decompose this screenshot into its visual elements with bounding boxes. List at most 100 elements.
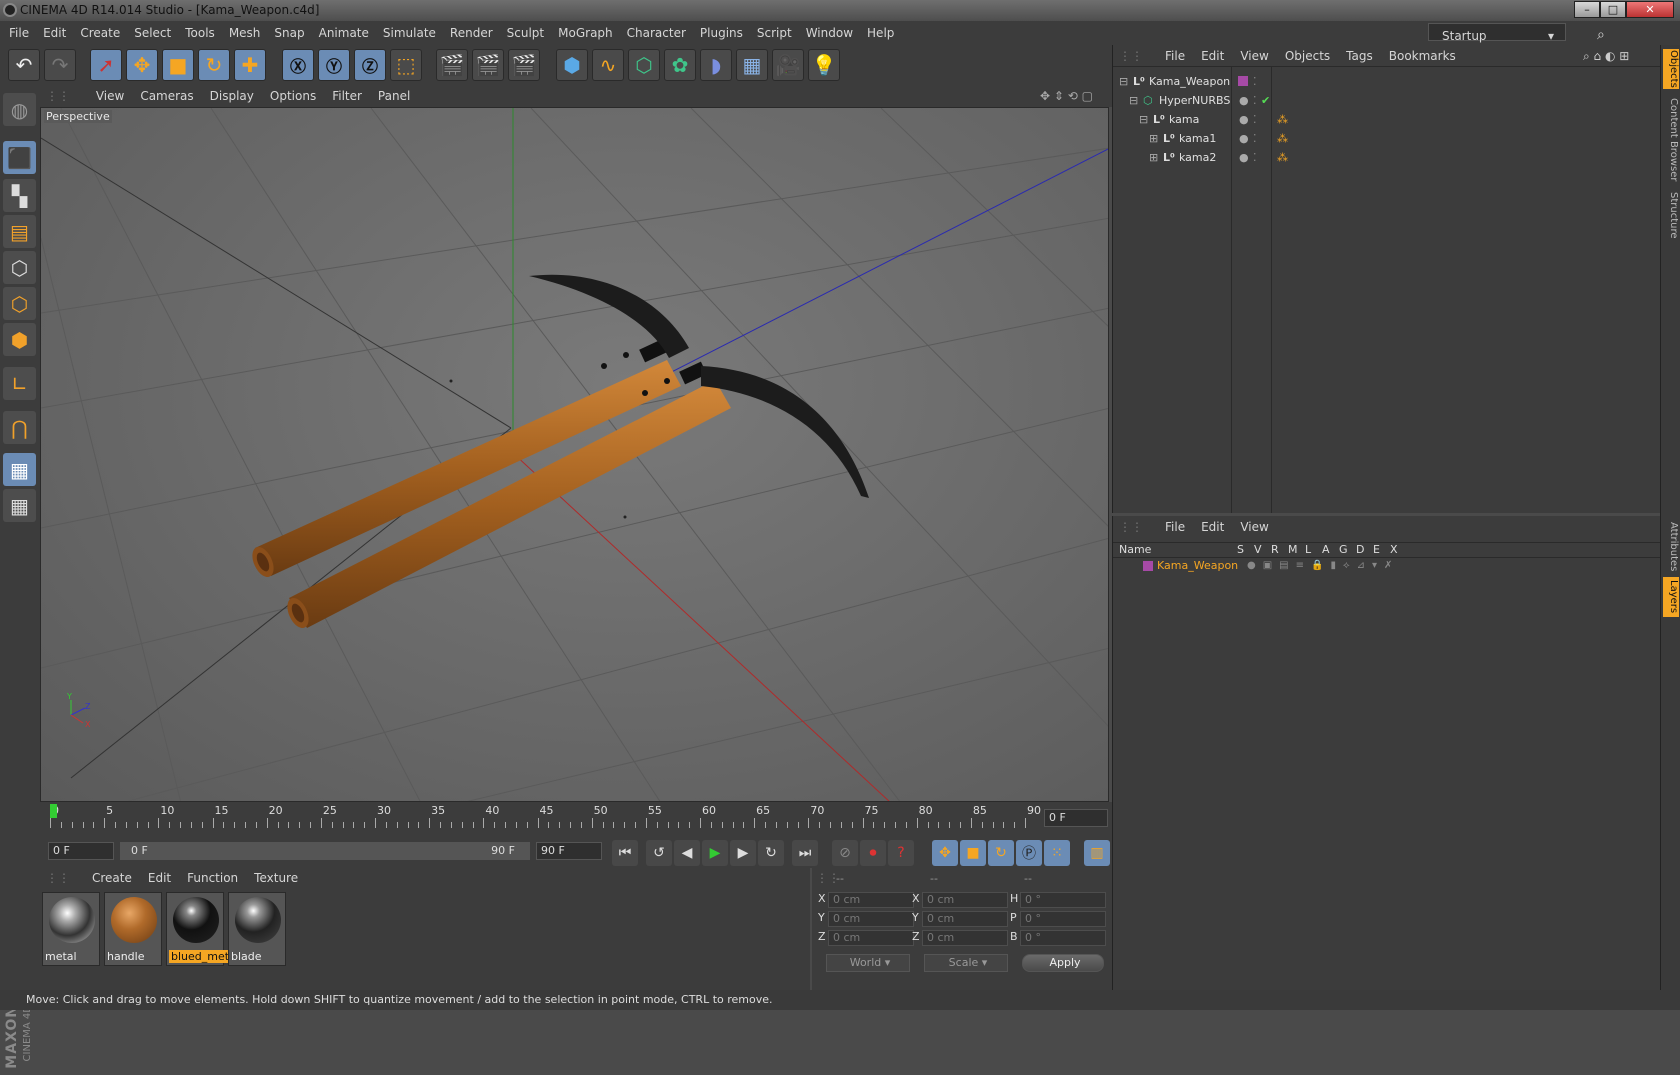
- object-row-hypernurbs[interactable]: ⊟ ⬡ HyperNURBS ● ⁚ ✔: [1113, 91, 1661, 110]
- menu-item-help[interactable]: Help: [860, 21, 901, 45]
- expand-icon[interactable]: ⊟: [1119, 72, 1128, 91]
- z-axis-lock-button[interactable]: Ⓩ: [354, 49, 386, 81]
- render-view-button[interactable]: 🎬: [436, 49, 468, 81]
- apply-button[interactable]: Apply: [1022, 954, 1104, 972]
- timeline-ruler[interactable]: 051015202530354045505560657075808590 0 F: [40, 802, 1112, 834]
- autokeying-button[interactable]: ⏺: [860, 840, 886, 866]
- material-menu-function[interactable]: Function: [179, 868, 246, 888]
- layer-color-swatch[interactable]: [1143, 561, 1153, 571]
- material-swatch-blade[interactable]: blade: [228, 892, 286, 966]
- menu-item-select[interactable]: Select: [127, 21, 178, 45]
- layer-column-r[interactable]: R: [1271, 543, 1279, 556]
- expand-icon[interactable]: ⊟: [1129, 91, 1138, 110]
- object-menu-file[interactable]: File: [1157, 45, 1193, 67]
- viewport-menu-cameras[interactable]: Cameras: [132, 85, 201, 107]
- layer-column-a[interactable]: A: [1322, 543, 1330, 556]
- layer-color-swatch[interactable]: [1238, 76, 1248, 86]
- tab-structure[interactable]: Structure: [1663, 189, 1679, 241]
- last-tool-button[interactable]: ✚: [234, 49, 266, 81]
- object-row-kama2[interactable]: ⊞ L⁰ kama2 ● ⁚ ⁂: [1113, 148, 1661, 167]
- edges-mode-button[interactable]: ⬡: [3, 287, 36, 320]
- timeline-button[interactable]: ▥: [1084, 840, 1110, 866]
- menu-item-create[interactable]: Create: [73, 21, 127, 45]
- enabled-check-icon[interactable]: ✔: [1261, 91, 1270, 110]
- menu-item-window[interactable]: Window: [799, 21, 860, 45]
- workplane-lock-button[interactable]: ▦: [3, 453, 36, 486]
- visibility-dots-icon[interactable]: ⁚: [1253, 148, 1257, 167]
- size-y-field[interactable]: 0 cm: [922, 911, 1008, 927]
- model-mode-button[interactable]: ⬛: [3, 141, 36, 174]
- close-button[interactable]: ✕: [1626, 1, 1674, 18]
- rotation-h-field[interactable]: 0 °: [1020, 892, 1106, 908]
- tab-objects[interactable]: Objects: [1663, 49, 1679, 89]
- object-manager-toolbar-icons[interactable]: ⌕ ⌂ ◐ ⊞: [1583, 45, 1629, 67]
- menu-item-file[interactable]: File: [2, 21, 36, 45]
- expand-icon[interactable]: ⊞: [1149, 148, 1158, 167]
- perspective-viewport[interactable]: Perspective Y Z X: [40, 107, 1109, 802]
- move-tool-button[interactable]: ✥: [126, 49, 158, 81]
- material-swatch-blued-metal[interactable]: blued_met: [166, 892, 232, 966]
- add-array-button[interactable]: ✿: [664, 49, 696, 81]
- minimize-button[interactable]: –: [1574, 1, 1600, 18]
- scale-tool-button[interactable]: ■: [162, 49, 194, 81]
- keyframe-selection-button[interactable]: ?: [888, 840, 914, 866]
- preview-range-slider[interactable]: 0 F 90 F: [120, 842, 530, 860]
- material-tag-icon[interactable]: ⁂: [1277, 148, 1288, 167]
- object-row-kama-weapon[interactable]: ⊟ L⁰ Kama_Weapon ⁚: [1113, 72, 1661, 91]
- tab-layers[interactable]: Layers: [1663, 577, 1679, 617]
- visibility-dots-icon[interactable]: ⁚: [1253, 72, 1257, 91]
- record-rotation-button[interactable]: ↻: [988, 840, 1014, 866]
- layer-column-x[interactable]: X: [1390, 543, 1398, 556]
- visibility-dots-icon[interactable]: ⁚: [1253, 110, 1257, 129]
- add-floor-button[interactable]: ▦: [736, 49, 768, 81]
- position-y-field[interactable]: 0 cm: [828, 911, 914, 927]
- layer-column-g[interactable]: G: [1339, 543, 1348, 556]
- layer-column-d[interactable]: D: [1356, 543, 1364, 556]
- menu-item-mograph[interactable]: MoGraph: [551, 21, 620, 45]
- texture-mode-button[interactable]: ▚: [3, 179, 36, 212]
- layer-menu-edit[interactable]: Edit: [1193, 516, 1232, 538]
- material-tag-icon[interactable]: ⁂: [1277, 129, 1288, 148]
- material-swatch-handle[interactable]: handle: [104, 892, 162, 966]
- object-menu-edit[interactable]: Edit: [1193, 45, 1232, 67]
- go-to-start-button[interactable]: ⏮: [612, 840, 638, 866]
- rotate-tool-button[interactable]: ↻: [198, 49, 230, 81]
- menu-item-tools[interactable]: Tools: [178, 21, 222, 45]
- layer-column-s[interactable]: S: [1237, 543, 1244, 556]
- polygons-mode-button[interactable]: ⬢: [3, 323, 36, 356]
- size-mode-select[interactable]: Scale ▾: [924, 954, 1008, 972]
- menu-item-edit[interactable]: Edit: [36, 21, 73, 45]
- add-camera-button[interactable]: 🎥: [772, 49, 804, 81]
- menu-item-script[interactable]: Script: [750, 21, 799, 45]
- layer-column-v[interactable]: V: [1254, 543, 1262, 556]
- expand-icon[interactable]: ⊟: [1139, 110, 1148, 129]
- object-row-kama[interactable]: ⊟ L⁰ kama ● ⁚ ⁂: [1113, 110, 1661, 129]
- snap-button[interactable]: ⋂: [3, 411, 36, 444]
- object-menu-bookmarks[interactable]: Bookmarks: [1381, 45, 1464, 67]
- size-x-field[interactable]: 0 cm: [922, 892, 1008, 908]
- object-menu-view[interactable]: View: [1232, 45, 1276, 67]
- position-z-field[interactable]: 0 cm: [828, 930, 914, 946]
- viewport-menu-options[interactable]: Options: [262, 85, 324, 107]
- viewport-nav-icons[interactable]: ✥ ⇕ ⟲ ▢: [1040, 85, 1093, 107]
- add-light-button[interactable]: 💡: [808, 49, 840, 81]
- material-swatch-metal[interactable]: metal: [42, 892, 100, 966]
- add-spline-button[interactable]: ∿: [592, 49, 624, 81]
- layer-column-m[interactable]: M: [1288, 543, 1298, 556]
- rotation-p-field[interactable]: 0 °: [1020, 911, 1106, 927]
- record-position-button[interactable]: ✥: [932, 840, 958, 866]
- object-menu-tags[interactable]: Tags: [1338, 45, 1381, 67]
- viewport-menu-filter[interactable]: Filter: [324, 85, 370, 107]
- add-cube-button[interactable]: ⬢: [556, 49, 588, 81]
- coordinate-mode-select[interactable]: World ▾: [826, 954, 910, 972]
- points-mode-button[interactable]: ⬡: [3, 251, 36, 284]
- menu-item-animate[interactable]: Animate: [312, 21, 376, 45]
- locked-workplane-button[interactable]: ▦: [3, 489, 36, 522]
- menu-item-plugins[interactable]: Plugins: [693, 21, 750, 45]
- position-x-field[interactable]: 0 cm: [828, 892, 914, 908]
- record-point-level-button[interactable]: ⁙: [1044, 840, 1070, 866]
- material-tag-icon[interactable]: ⁂: [1277, 110, 1288, 129]
- layer-column-name[interactable]: Name: [1119, 543, 1151, 556]
- play-button[interactable]: ▶: [702, 840, 728, 866]
- material-menu-edit[interactable]: Edit: [140, 868, 179, 888]
